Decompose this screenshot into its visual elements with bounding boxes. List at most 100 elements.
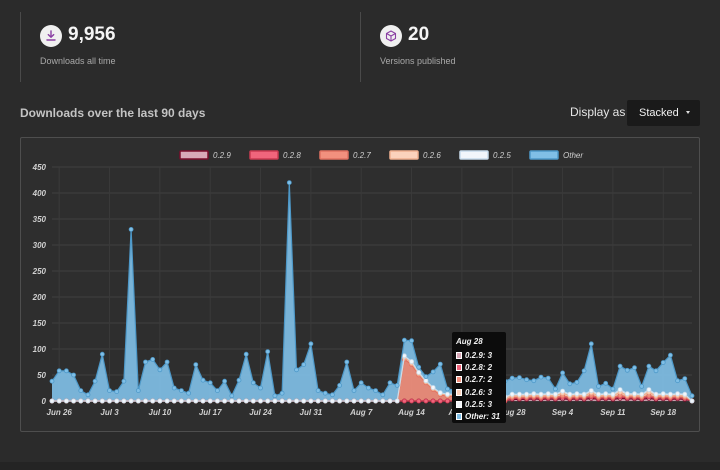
data-point[interactable] xyxy=(437,398,443,404)
data-point[interactable] xyxy=(509,375,515,381)
data-point[interactable] xyxy=(322,398,328,404)
legend-swatch[interactable] xyxy=(529,150,559,160)
data-point[interactable] xyxy=(344,359,350,365)
data-point[interactable] xyxy=(56,398,62,404)
data-point[interactable] xyxy=(553,386,558,392)
data-point[interactable] xyxy=(337,398,343,404)
data-point[interactable] xyxy=(538,391,544,397)
data-point[interactable] xyxy=(675,391,680,397)
data-point[interactable] xyxy=(445,391,450,397)
data-point[interactable] xyxy=(222,378,228,384)
data-point[interactable] xyxy=(236,398,242,404)
data-point[interactable] xyxy=(624,391,630,397)
data-point[interactable] xyxy=(171,398,177,404)
data-point[interactable] xyxy=(178,388,184,394)
data-point[interactable] xyxy=(107,388,112,394)
data-point[interactable] xyxy=(416,364,422,370)
data-point[interactable] xyxy=(516,375,522,381)
data-point[interactable] xyxy=(272,398,278,404)
data-point[interactable] xyxy=(121,398,127,404)
data-point[interactable] xyxy=(308,398,314,404)
data-point[interactable] xyxy=(128,398,134,404)
data-point[interactable] xyxy=(437,361,443,367)
data-point[interactable] xyxy=(409,398,415,404)
data-point[interactable] xyxy=(689,393,695,399)
data-point[interactable] xyxy=(646,387,652,393)
data-point[interactable] xyxy=(286,180,292,185)
legend-label[interactable]: 0.2.9 xyxy=(213,151,231,160)
data-point[interactable] xyxy=(401,337,407,343)
data-point[interactable] xyxy=(71,372,76,378)
data-point[interactable] xyxy=(430,369,436,375)
data-point[interactable] xyxy=(365,398,371,404)
data-point[interactable] xyxy=(380,398,386,404)
data-point[interactable] xyxy=(258,398,263,404)
data-point[interactable] xyxy=(64,368,69,374)
data-point[interactable] xyxy=(358,380,364,386)
data-point[interactable] xyxy=(509,391,515,397)
data-point[interactable] xyxy=(164,359,170,365)
legend-label[interactable]: 0.2.5 xyxy=(493,151,511,160)
data-point[interactable] xyxy=(71,398,76,404)
data-point[interactable] xyxy=(200,398,206,404)
data-point[interactable] xyxy=(207,398,213,404)
data-point[interactable] xyxy=(150,356,156,362)
data-point[interactable] xyxy=(178,398,184,404)
data-point[interactable] xyxy=(553,391,558,397)
data-point[interactable] xyxy=(186,398,192,404)
data-point[interactable] xyxy=(689,398,695,404)
data-point[interactable] xyxy=(214,388,220,394)
data-point[interactable] xyxy=(423,378,429,384)
data-point[interactable] xyxy=(258,385,263,391)
data-point[interactable] xyxy=(337,382,343,388)
data-point[interactable] xyxy=(401,398,407,404)
data-point[interactable] xyxy=(632,365,637,371)
legend-label[interactable]: Other xyxy=(563,151,583,160)
data-point[interactable] xyxy=(603,391,609,397)
data-point[interactable] xyxy=(387,398,393,404)
data-point[interactable] xyxy=(157,398,163,404)
data-point[interactable] xyxy=(445,386,450,392)
data-point[interactable] xyxy=(150,398,156,404)
data-point[interactable] xyxy=(301,362,307,368)
data-point[interactable] xyxy=(588,341,594,347)
legend-label[interactable]: 0.2.6 xyxy=(423,151,441,160)
data-point[interactable] xyxy=(135,398,141,404)
data-point[interactable] xyxy=(143,398,148,404)
data-point[interactable] xyxy=(373,388,379,394)
data-point[interactable] xyxy=(294,367,299,373)
data-point[interactable] xyxy=(516,391,522,397)
data-point[interactable] xyxy=(639,383,645,389)
legend-label[interactable]: 0.2.8 xyxy=(283,151,301,160)
data-point[interactable] xyxy=(430,398,436,404)
data-point[interactable] xyxy=(164,398,170,404)
data-point[interactable] xyxy=(329,392,335,398)
legend-label[interactable]: 0.2.7 xyxy=(353,151,371,160)
data-point[interactable] xyxy=(409,359,415,364)
data-point[interactable] xyxy=(107,398,112,404)
data-point[interactable] xyxy=(387,380,393,386)
data-point[interactable] xyxy=(229,393,235,399)
data-point[interactable] xyxy=(279,390,285,396)
data-point[interactable] xyxy=(322,390,328,396)
data-point[interactable] xyxy=(143,359,148,365)
data-point[interactable] xyxy=(358,398,364,404)
data-point[interactable] xyxy=(207,380,213,386)
legend-swatch[interactable] xyxy=(389,150,419,160)
data-point[interactable] xyxy=(574,379,580,385)
data-point[interactable] xyxy=(193,398,199,404)
data-point[interactable] xyxy=(682,391,688,397)
data-point[interactable] xyxy=(193,362,199,368)
data-point[interactable] xyxy=(437,390,443,396)
data-point[interactable] xyxy=(524,377,530,383)
data-point[interactable] xyxy=(416,369,422,375)
data-point[interactable] xyxy=(344,398,350,404)
data-point[interactable] xyxy=(596,383,601,389)
data-point[interactable] xyxy=(308,341,314,347)
data-point[interactable] xyxy=(545,375,551,381)
data-point[interactable] xyxy=(560,388,565,394)
data-point[interactable] xyxy=(114,389,120,395)
data-point[interactable] xyxy=(668,391,673,397)
data-point[interactable] xyxy=(610,386,616,392)
data-point[interactable] xyxy=(351,388,357,394)
